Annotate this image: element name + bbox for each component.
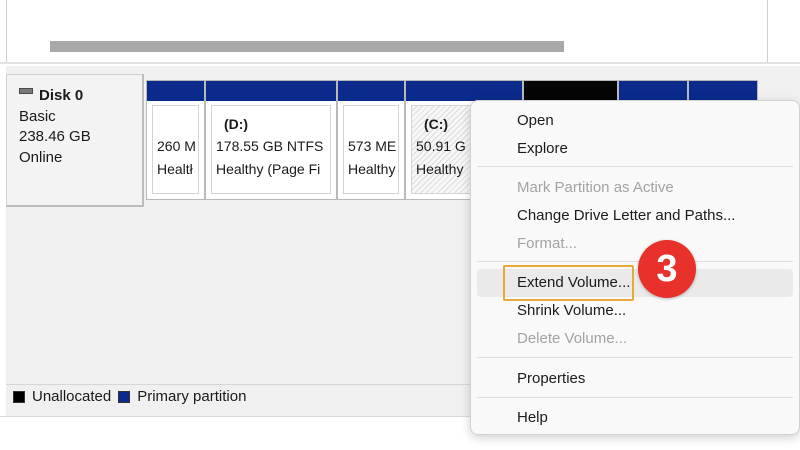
extend-volume-highlight: [503, 265, 634, 301]
menu-item-help[interactable]: Help: [477, 404, 793, 432]
menu-separator: [477, 261, 793, 262]
partition-status: Healthy (Page Fi: [216, 161, 321, 177]
partition-recovery[interactable]: 573 ME Healthy: [337, 80, 405, 200]
disk-type: Basic: [19, 108, 56, 125]
partition-size: 573 ME: [348, 138, 397, 154]
partition-bar: [206, 81, 336, 101]
volume-list-pane: [6, 0, 768, 64]
horizontal-scrollbar-thumb[interactable]: [50, 41, 564, 52]
legend-primary-label: Primary partition: [137, 388, 247, 405]
legend-primary: Primary partition: [118, 388, 246, 405]
partition-status: Healthy: [416, 161, 464, 177]
partition-status: Healthy: [348, 161, 396, 177]
partition-size: 50.91 G: [416, 138, 466, 154]
legend-unallocated: Unallocated: [13, 388, 111, 405]
partition-bar: [147, 81, 204, 101]
pane-divider[interactable]: [0, 62, 800, 64]
menu-item-format[interactable]: Format...: [477, 230, 793, 258]
partition-body: 573 ME Healthy: [343, 105, 399, 194]
menu-item-shrink-volume[interactable]: Shrink Volume...: [477, 297, 793, 325]
menu-item-delete-volume[interactable]: Delete Volume...: [477, 325, 793, 353]
menu-separator: [477, 166, 793, 167]
menu-item-mark-active[interactable]: Mark Partition as Active: [477, 174, 793, 202]
disk-name: Disk 0: [39, 87, 84, 104]
partition-d[interactable]: (D:) 178.55 GB NTFS Healthy (Page Fi: [205, 80, 337, 200]
menu-separator: [477, 357, 793, 358]
partition-name: (D:): [224, 116, 249, 132]
menu-item-change-letter[interactable]: Change Drive Letter and Paths...: [477, 202, 793, 230]
disk-status: Online: [19, 149, 63, 166]
partition-bar: [524, 81, 617, 101]
partition-bar: [338, 81, 404, 101]
step-number-badge: 3: [638, 240, 696, 298]
partition-status: Healtł: [157, 161, 193, 177]
unallocated-swatch: [13, 390, 25, 403]
primary-swatch: [118, 390, 131, 403]
menu-separator: [477, 397, 793, 398]
menu-item-open[interactable]: Open: [477, 107, 793, 135]
disk-size: 238.46 GB: [19, 128, 91, 145]
vertical-divider: [767, 0, 768, 64]
legend-unallocated-label: Unallocated: [32, 388, 112, 405]
partition-size: 260 M: [157, 138, 196, 154]
partition-name: (C:): [424, 116, 449, 132]
partition-bar: [689, 81, 757, 101]
partition-size: 178.55 GB NTFS: [216, 138, 324, 154]
disk-icon: [19, 88, 33, 94]
partition-efi[interactable]: 260 M Healtł: [146, 80, 205, 200]
partition-body: (D:) 178.55 GB NTFS Healthy (Page Fi: [211, 105, 331, 194]
disk-0-label[interactable]: Disk 0 Basic 238.46 GB Online: [6, 74, 144, 207]
menu-item-explore[interactable]: Explore: [477, 135, 793, 163]
partition-body: 260 M Healtł: [152, 105, 199, 194]
partition-bar: [619, 81, 687, 101]
menu-item-properties[interactable]: Properties: [477, 365, 793, 393]
partition-bar: [406, 81, 522, 101]
